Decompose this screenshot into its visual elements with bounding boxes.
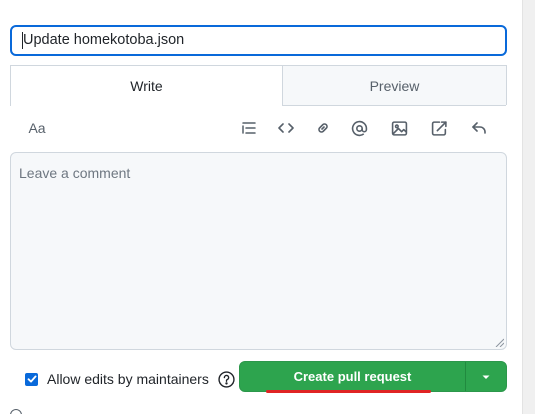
image-icon[interactable] — [387, 116, 411, 140]
markdown-toolbar: Aa — [10, 112, 507, 144]
allow-edits-checkbox[interactable] — [25, 372, 38, 386]
text-size-label: Aa — [28, 120, 46, 136]
footer-info-row — [10, 407, 520, 414]
code-icon[interactable] — [274, 116, 298, 140]
help-icon[interactable] — [218, 370, 235, 388]
cross-reference-icon[interactable] — [427, 116, 451, 140]
triangle-down-icon — [482, 375, 490, 379]
link-icon[interactable] — [311, 116, 335, 140]
page-scrollbar[interactable] — [522, 0, 535, 414]
text-size-button[interactable]: Aa — [24, 116, 50, 140]
allow-edits-row: Allow edits by maintainers — [25, 366, 235, 392]
create-pull-request-button[interactable]: Create pull request — [240, 362, 466, 391]
tab-preview[interactable]: Preview — [283, 66, 506, 106]
pull-request-title-input[interactable]: Update homekotoba.json — [10, 25, 507, 56]
heading-list-icon[interactable] — [237, 116, 261, 140]
create-pull-request-label: Create pull request — [293, 369, 412, 384]
create-options-dropdown[interactable] — [466, 362, 506, 391]
mention-icon[interactable] — [347, 116, 371, 140]
highlight-underline — [266, 390, 431, 393]
create-pull-request-button-group: Create pull request — [239, 361, 507, 392]
info-icon — [10, 408, 22, 414]
editor-tabs: Write Preview — [10, 65, 507, 106]
comment-textarea[interactable]: Leave a comment — [10, 152, 507, 350]
reply-icon[interactable] — [467, 116, 491, 140]
allow-edits-label[interactable]: Allow edits by maintainers — [47, 371, 209, 387]
comment-placeholder: Leave a comment — [19, 165, 131, 181]
tab-write[interactable]: Write — [10, 66, 283, 106]
resize-handle-icon[interactable] — [494, 337, 504, 347]
title-input-value: Update homekotoba.json — [23, 32, 185, 48]
